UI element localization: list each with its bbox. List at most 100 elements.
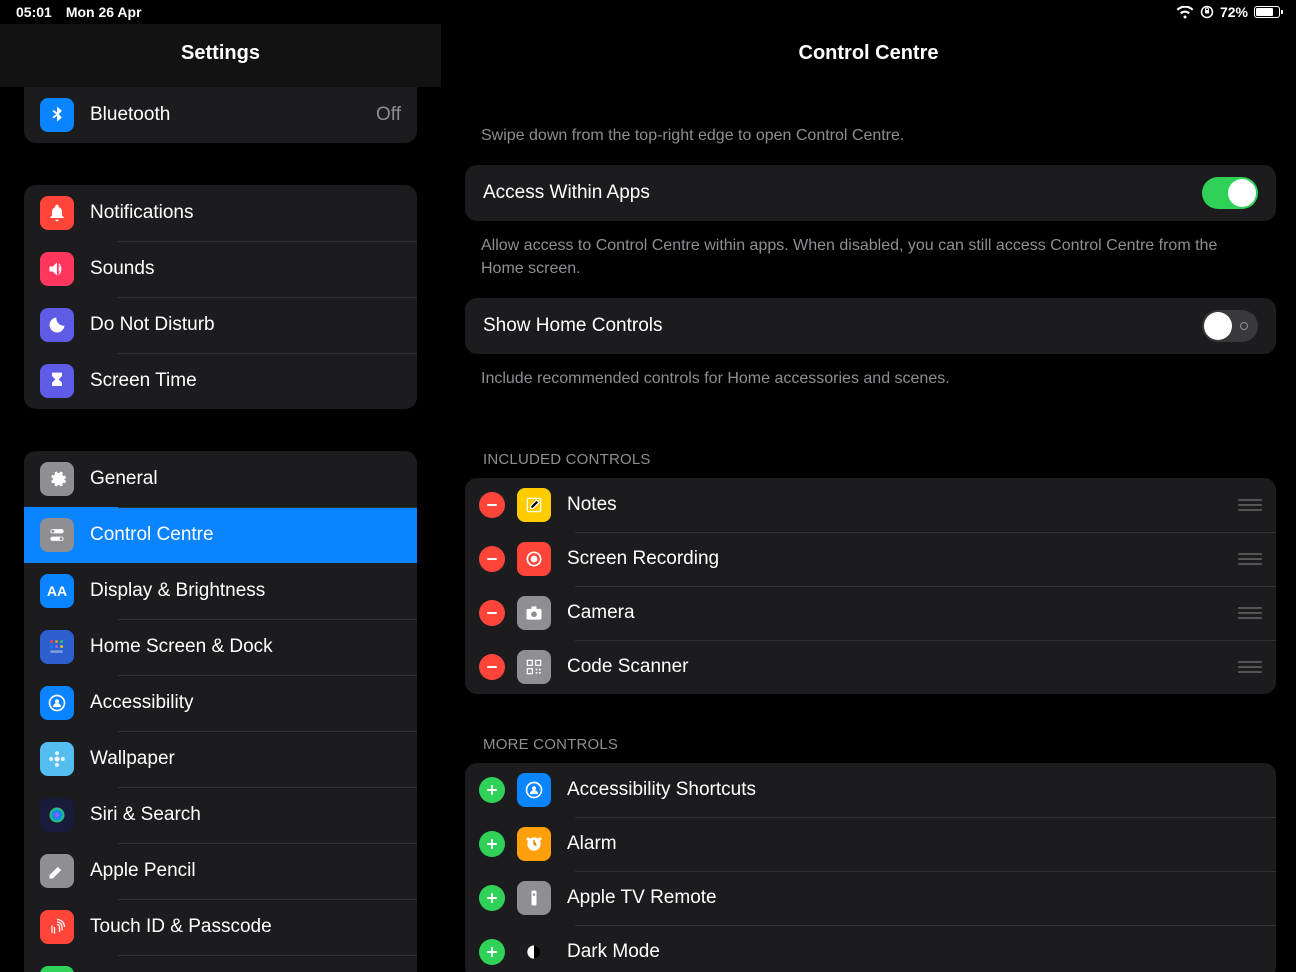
sidebar-item-label: Home Screen & Dock	[90, 636, 401, 658]
control-row-camera: Camera	[465, 586, 1276, 640]
sidebar-item-display-brightness[interactable]: AA Display & Brightness	[24, 563, 417, 619]
sidebar-item-battery[interactable]: Battery	[24, 955, 417, 972]
drag-handle[interactable]	[1238, 607, 1262, 619]
wifi-icon	[1176, 6, 1194, 19]
sidebar-item-label: Apple Pencil	[90, 860, 401, 882]
sidebar-item-label: General	[90, 468, 401, 490]
battery-icon	[40, 966, 74, 972]
sidebar-item-label: Wallpaper	[90, 748, 401, 770]
gear-icon	[40, 462, 74, 496]
control-row-screen-recording: Screen Recording	[465, 532, 1276, 586]
included-header: INCLUDED CONTROLS	[465, 409, 1276, 478]
battery-percentage: 72%	[1220, 4, 1248, 20]
control-label: Notes	[567, 494, 1238, 516]
access-within-apps-row: Access Within Apps	[465, 165, 1276, 221]
battery-icon	[1254, 6, 1280, 18]
speaker-icon	[40, 252, 74, 286]
add-button[interactable]	[479, 831, 505, 857]
sidebar-item-label: Do Not Disturb	[90, 314, 401, 336]
remove-button[interactable]	[479, 600, 505, 626]
drag-handle[interactable]	[1238, 499, 1262, 511]
person-circle-icon	[40, 686, 74, 720]
qr-icon	[517, 650, 551, 684]
more-header: MORE CONTROLS	[465, 694, 1276, 763]
moon-icon	[40, 308, 74, 342]
hourglass-icon	[40, 364, 74, 398]
darkmode-icon	[517, 935, 551, 969]
sidebar-item-label: Notifications	[90, 202, 401, 224]
flower-icon	[40, 742, 74, 776]
add-button[interactable]	[479, 885, 505, 911]
pencil-icon	[40, 854, 74, 888]
drag-handle[interactable]	[1238, 553, 1262, 565]
control-label: Apple TV Remote	[567, 887, 1262, 909]
show-home-controls-row: Show Home Controls	[465, 298, 1276, 354]
control-row-code-scanner: Code Scanner	[465, 640, 1276, 694]
sidebar-item-label: Siri & Search	[90, 804, 401, 826]
access-hint: Allow access to Control Centre within ap…	[465, 221, 1276, 298]
sidebar-item-touch-id-passcode[interactable]: Touch ID & Passcode	[24, 899, 417, 955]
sidebar-item-label: Sounds	[90, 258, 401, 280]
remove-button[interactable]	[479, 546, 505, 572]
control-label: Code Scanner	[567, 656, 1238, 678]
detail-title: Control Centre	[441, 24, 1296, 87]
record-icon	[517, 542, 551, 576]
control-label: Accessibility Shortcuts	[567, 779, 1262, 801]
sidebar-item-label: Bluetooth	[90, 104, 376, 126]
sidebar-item-wallpaper[interactable]: Wallpaper	[24, 731, 417, 787]
remove-button[interactable]	[479, 492, 505, 518]
control-row-alarm: Alarm	[465, 817, 1276, 871]
sidebar-item-label: Accessibility	[90, 692, 401, 714]
home-hint: Include recommended controls for Home ac…	[465, 354, 1276, 408]
sidebar-item-apple-pencil[interactable]: Apple Pencil	[24, 843, 417, 899]
detail-pane: Control Centre Swipe down from the top-r…	[441, 0, 1296, 972]
control-label: Camera	[567, 602, 1238, 624]
camera-icon	[517, 596, 551, 630]
sidebar: Settings BluetoothOff NotificationsSound…	[0, 0, 441, 972]
status-bar: 05:01 Mon 26 Apr 72%	[0, 0, 1296, 24]
control-row-dark-mode: Dark Mode	[465, 925, 1276, 972]
sidebar-item-label: Touch ID & Passcode	[90, 916, 401, 938]
control-row-apple-tv-remote: Apple TV Remote	[465, 871, 1276, 925]
home-label: Show Home Controls	[483, 315, 1202, 337]
add-button[interactable]	[479, 777, 505, 803]
sidebar-item-bluetooth[interactable]: BluetoothOff	[24, 87, 417, 143]
status-time: 05:01	[16, 4, 52, 20]
sidebar-item-home-screen-dock[interactable]: Home Screen & Dock	[24, 619, 417, 675]
sidebar-item-accessibility[interactable]: Accessibility	[24, 675, 417, 731]
sidebar-item-siri-search[interactable]: Siri & Search	[24, 787, 417, 843]
home-toggle[interactable]	[1202, 310, 1258, 342]
sidebar-item-control-centre[interactable]: Control Centre	[24, 507, 417, 563]
toggles-icon	[40, 518, 74, 552]
remote-icon	[517, 881, 551, 915]
grid-icon	[40, 630, 74, 664]
sidebar-item-label: Control Centre	[90, 524, 401, 546]
bell-icon	[40, 196, 74, 230]
access-toggle[interactable]	[1202, 177, 1258, 209]
sidebar-item-do-not-disturb[interactable]: Do Not Disturb	[24, 297, 417, 353]
status-date: Mon 26 Apr	[66, 4, 142, 20]
access-label: Access Within Apps	[483, 182, 1202, 204]
aa-icon: AA	[40, 574, 74, 608]
control-label: Dark Mode	[567, 941, 1262, 963]
control-label: Screen Recording	[567, 548, 1238, 570]
person-circle-icon	[517, 773, 551, 807]
sidebar-item-value: Off	[376, 104, 401, 126]
sidebar-item-label: Screen Time	[90, 370, 401, 392]
detail-intro: Swipe down from the top-right edge to op…	[465, 87, 1276, 165]
drag-handle[interactable]	[1238, 661, 1262, 673]
siri-icon	[40, 798, 74, 832]
sidebar-item-general[interactable]: General	[24, 451, 417, 507]
add-button[interactable]	[479, 939, 505, 965]
sidebar-item-screen-time[interactable]: Screen Time	[24, 353, 417, 409]
sidebar-item-label: Display & Brightness	[90, 580, 401, 602]
fingerprint-icon	[40, 910, 74, 944]
orientation-lock-icon	[1200, 5, 1214, 19]
sidebar-item-notifications[interactable]: Notifications	[24, 185, 417, 241]
control-row-notes: Notes	[465, 478, 1276, 532]
control-label: Alarm	[567, 833, 1262, 855]
control-row-accessibility-shortcuts: Accessibility Shortcuts	[465, 763, 1276, 817]
sidebar-item-sounds[interactable]: Sounds	[24, 241, 417, 297]
bluetooth-icon	[40, 98, 74, 132]
remove-button[interactable]	[479, 654, 505, 680]
